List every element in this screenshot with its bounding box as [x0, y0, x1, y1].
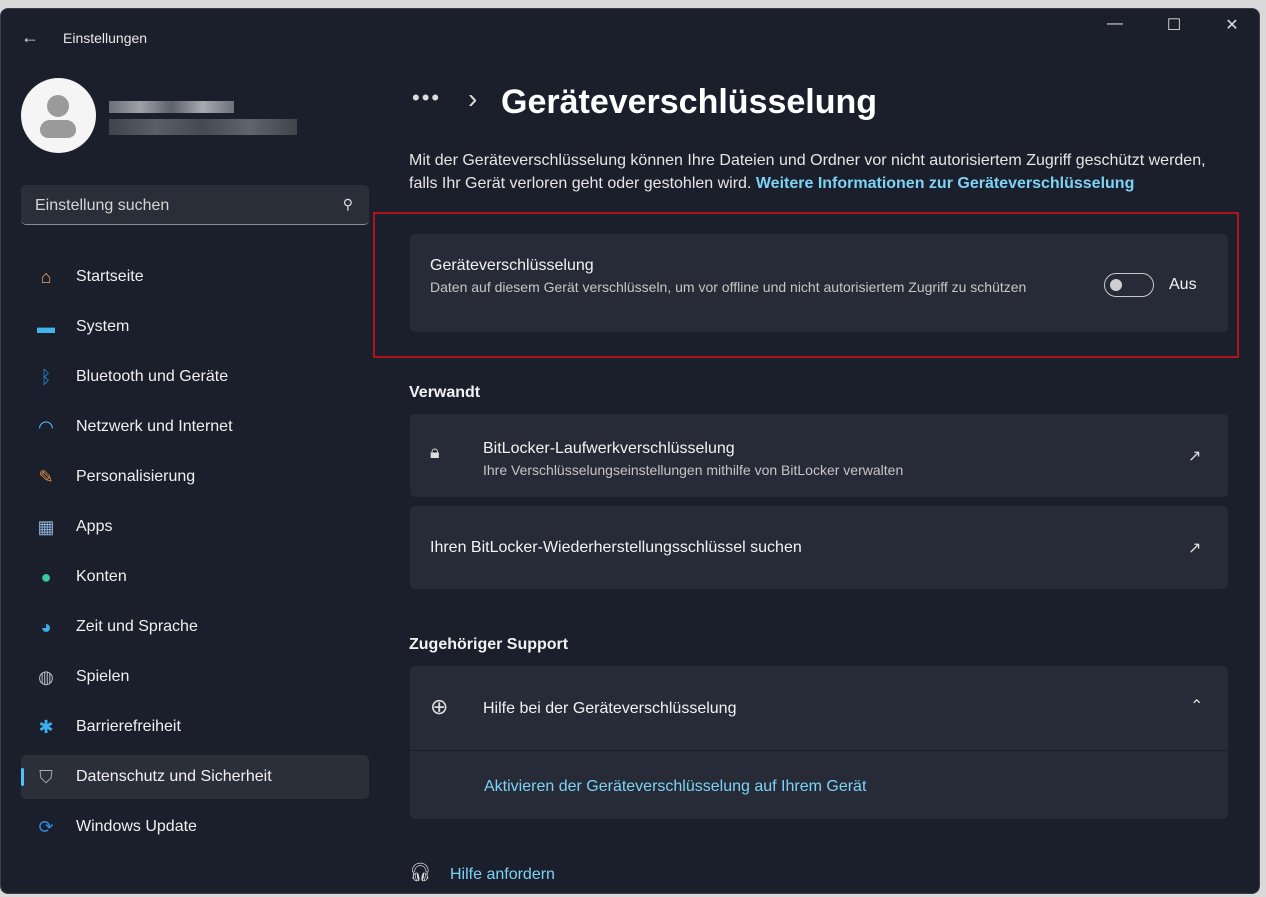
breadcrumb-more[interactable]: ••• — [412, 85, 441, 111]
apps-icon: ▦ — [37, 516, 55, 537]
support-heading: Zugehöriger Support — [409, 636, 569, 653]
external-link-icon: ↗ — [1188, 540, 1202, 557]
wifi-icon: ◠ — [38, 416, 54, 437]
maximize-button[interactable]: ☐ — [1154, 15, 1194, 35]
gamepad-icon: ◍ — [38, 666, 54, 687]
bitlocker-card[interactable]: 🔒︎ BitLocker-Laufwerkverschlüsselung Ihr… — [410, 414, 1228, 497]
avatar[interactable] — [21, 78, 96, 153]
sidebar-item-apps[interactable]: ▦ Apps — [21, 505, 369, 549]
get-help-link[interactable]: Hilfe anfordern — [450, 866, 555, 884]
sidebar-item-label: Datenschutz und Sicherheit — [76, 768, 272, 785]
sidebar-item-startseite[interactable]: ⌂ Startseite — [21, 255, 369, 299]
user-email-blurred — [109, 119, 297, 135]
sidebar-item-barrierefreiheit[interactable]: ✱ Barrierefreiheit — [21, 705, 369, 749]
sidebar-item-datenschutz-und-sicherheit[interactable]: ⛉ Datenschutz und Sicherheit — [21, 755, 369, 799]
back-arrow-icon[interactable]: ← — [21, 27, 39, 48]
sidebar-item-netzwerk-und-internet[interactable]: ◠ Netzwerk und Internet — [21, 405, 369, 449]
globe-clock-icon: ◕ — [40, 616, 52, 637]
sidebar-item-label: System — [76, 318, 130, 335]
support-content: Aktivieren der Geräteverschlüsselung auf… — [410, 751, 1228, 819]
sidebar-item-label: Konten — [76, 568, 127, 585]
support-title: Hilfe bei der Geräteverschlüsselung — [483, 700, 737, 717]
sidebar-item-zeit-und-sprache[interactable]: ◕ Zeit und Sprache — [21, 605, 369, 649]
device-encryption-toggle[interactable] — [1104, 273, 1154, 297]
sidebar-item-label: Barrierefreiheit — [76, 718, 181, 735]
related-heading: Verwandt — [409, 384, 481, 401]
sidebar-item-label: Windows Update — [76, 818, 197, 835]
update-icon: ⟳ — [38, 816, 54, 837]
shield-icon: ⛉ — [39, 766, 53, 787]
bitlocker-lock-icon: 🔒︎ — [430, 442, 440, 462]
home-icon: ⌂ — [40, 266, 52, 287]
search-icon[interactable]: ⚲ — [343, 196, 353, 213]
user-name-blurred — [109, 101, 234, 113]
sidebar-item-spielen[interactable]: ◍ Spielen — [21, 655, 369, 699]
sidebar-item-bluetooth-und-ger-te[interactable]: ᛒ Bluetooth und Geräte — [21, 355, 369, 399]
bluetooth-icon: ᛒ — [40, 366, 52, 387]
setting-title: Geräteverschlüsselung — [430, 257, 594, 274]
sidebar-item-label: Zeit und Sprache — [76, 618, 198, 635]
sidebar-item-windows-update[interactable]: ⟳ Windows Update — [21, 805, 369, 849]
support-expander[interactable]: ⊕ Hilfe bei der Geräteverschlüsselung ⌃ — [410, 666, 1228, 750]
chevron-up-icon[interactable]: ⌃ — [1190, 696, 1203, 716]
sidebar-item-label: Netzwerk und Internet — [76, 418, 233, 435]
sidebar-item-konten[interactable]: ● Konten — [21, 555, 369, 599]
window-title: Einstellungen — [63, 30, 148, 46]
bitlocker-subtitle: Ihre Verschlüsselungseinstellungen mithi… — [483, 462, 904, 478]
page-description: Mit der Geräteverschlüsselung können Ihr… — [409, 152, 1206, 192]
support-link[interactable]: Aktivieren der Geräteverschlüsselung auf… — [484, 778, 866, 796]
recovery-key-card[interactable]: Ihren BitLocker-Wiederherstellungsschlüs… — [410, 506, 1228, 589]
page-title: Geräteverschlüsselung — [501, 83, 878, 121]
sidebar-item-system[interactable]: ▬ System — [21, 305, 369, 349]
search-placeholder: Einstellung suchen — [35, 197, 170, 214]
recovery-key-title: Ihren BitLocker-Wiederherstellungsschlüs… — [430, 539, 802, 556]
sidebar-item-label: Apps — [76, 518, 113, 535]
external-link-icon: ↗ — [1188, 448, 1202, 465]
sidebar-item-label: Personalisierung — [76, 468, 196, 485]
globe-search-icon: ⊕ — [430, 694, 449, 719]
close-button[interactable]: ✕ — [1212, 15, 1252, 35]
brush-icon: ✎ — [38, 466, 54, 487]
bitlocker-title: BitLocker-Laufwerkverschlüsselung — [483, 440, 735, 457]
breadcrumb-chevron-icon: › — [468, 83, 478, 114]
minimize-button[interactable]: — — [1095, 15, 1135, 33]
sidebar-item-label: Bluetooth und Geräte — [76, 368, 229, 385]
setting-subtitle: Daten auf diesem Gerät verschlüsseln, um… — [430, 279, 1027, 295]
help-headset-icon: 🎧︎ — [409, 862, 432, 882]
accessibility-icon: ✱ — [38, 716, 54, 737]
account-icon: ● — [40, 566, 52, 587]
sidebar-item-personalisierung[interactable]: ✎ Personalisierung — [21, 455, 369, 499]
toggle-state: Aus — [1169, 276, 1197, 293]
system-icon: ▬ — [37, 316, 55, 337]
learn-more-link[interactable]: Weitere Informationen zur Geräteverschlü… — [756, 175, 1134, 192]
search-input[interactable]: Einstellung suchen ⚲ — [21, 185, 369, 225]
sidebar-item-label: Startseite — [76, 268, 144, 285]
settings-window: ← Einstellungen — ☐ ✕ Einstellung suchen… — [0, 8, 1260, 894]
sidebar-item-label: Spielen — [76, 668, 130, 685]
